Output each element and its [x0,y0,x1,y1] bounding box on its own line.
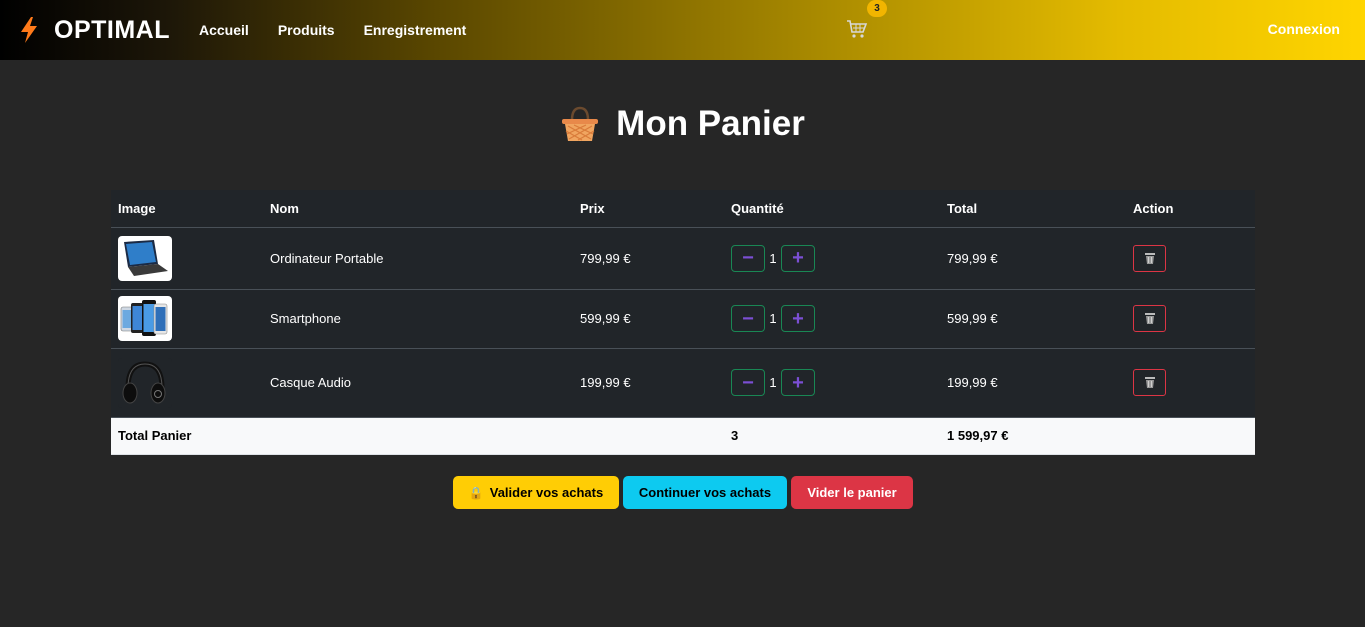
product-name: Casque Audio [263,348,573,418]
trash-icon [1144,252,1155,264]
cart-total-amount: 1 599,97 € [940,417,1255,455]
decrease-quantity-button[interactable]: − [731,369,765,396]
quantity-cell: − 1 + [724,289,940,349]
table-header-row: Image Nom Prix Quantité Total Action [111,190,1255,228]
smartphone-image [118,296,172,341]
cart-table: Image Nom Prix Quantité Total Action Ord… [111,190,1255,455]
quantity-cell: − 1 + [724,227,940,290]
delete-button[interactable] [1133,369,1166,396]
header-total: Total [940,190,1126,228]
quantity-cell: − 1 + [724,348,940,418]
product-total: 199,99 € [940,348,1126,418]
brand[interactable]: OPTIMAL [18,16,170,45]
lock-icon: 🔒 [468,485,484,500]
increase-quantity-button[interactable]: + [781,244,815,272]
headphones-image [118,357,172,408]
table-row: Ordinateur Portable 799,99 € − 1 + 799,9… [111,227,1255,290]
nav-link-accueil[interactable]: Accueil [199,22,249,38]
increase-quantity-button[interactable]: + [781,305,815,332]
table-row: Casque Audio 199,99 € − 1 + 199,99 € [111,348,1255,418]
nav-link-enregistrement[interactable]: Enregistrement [364,22,467,38]
increase-quantity-button[interactable]: + [781,369,815,396]
quantity-value: 1 [769,250,777,266]
cart-count-badge: 3 [867,0,887,17]
clear-cart-button[interactable]: Vider le panier [791,476,913,509]
product-total: 799,99 € [940,227,1126,290]
clear-cart-label: Vider le panier [807,485,897,500]
quantity-value: 1 [769,311,777,326]
header-name: Nom [263,190,573,228]
continue-shopping-button[interactable]: Continuer vos achats [623,476,787,509]
cart-total-row: Total Panier 3 1 599,97 € [111,417,1255,455]
image-cell [111,227,263,290]
trash-icon [1144,313,1155,324]
header-action: Action [1126,190,1255,228]
trash-icon [1144,377,1155,388]
quantity-stepper: − 1 + [731,369,933,396]
validate-purchase-label: Valider vos achats [489,485,604,500]
action-cell [1126,227,1255,290]
decrease-quantity-button[interactable]: − [731,305,765,332]
navbar: OPTIMAL Accueil Produits Enregistrement … [0,0,1365,60]
cart-total-quantity: 3 [724,417,940,455]
lightning-icon [21,17,37,43]
product-price: 799,99 € [573,227,724,290]
product-price: 199,99 € [573,348,724,418]
validate-purchase-button[interactable]: 🔒 Valider vos achats [453,476,619,509]
nav-links: Accueil Produits Enregistrement [199,22,495,38]
image-cell [111,348,263,418]
quantity-stepper: − 1 + [731,244,933,272]
product-total: 599,99 € [940,289,1126,349]
header-quantity: Quantité [724,190,940,228]
header-image: Image [111,190,263,228]
table-row: Smartphone 599,99 € − 1 + 599,99 € [111,289,1255,349]
cart-total-label: Total Panier [111,417,724,455]
quantity-value: 1 [769,375,777,390]
brand-name: OPTIMAL [54,15,170,44]
page-title: Mon Panier [616,104,805,143]
cart-actions: 🔒 Valider vos achats Continuer vos achat… [453,476,917,509]
product-name: Ordinateur Portable [263,227,573,290]
shopping-cart-icon[interactable] [846,19,868,39]
delete-button[interactable] [1133,244,1166,272]
delete-button[interactable] [1133,305,1166,332]
action-cell [1126,348,1255,418]
header-price: Prix [573,190,724,228]
image-cell [111,289,263,349]
login-link[interactable]: Connexion [1268,21,1340,37]
title-section: Mon Panier [0,104,1365,144]
action-cell [1126,289,1255,349]
decrease-quantity-button[interactable]: − [731,244,765,272]
continue-shopping-label: Continuer vos achats [638,485,772,500]
basket-icon [562,106,599,141]
product-price: 599,99 € [573,289,724,349]
quantity-stepper: − 1 + [731,305,933,332]
product-name: Smartphone [263,289,573,349]
nav-link-produits[interactable]: Produits [278,22,335,38]
laptop-image [118,235,172,281]
